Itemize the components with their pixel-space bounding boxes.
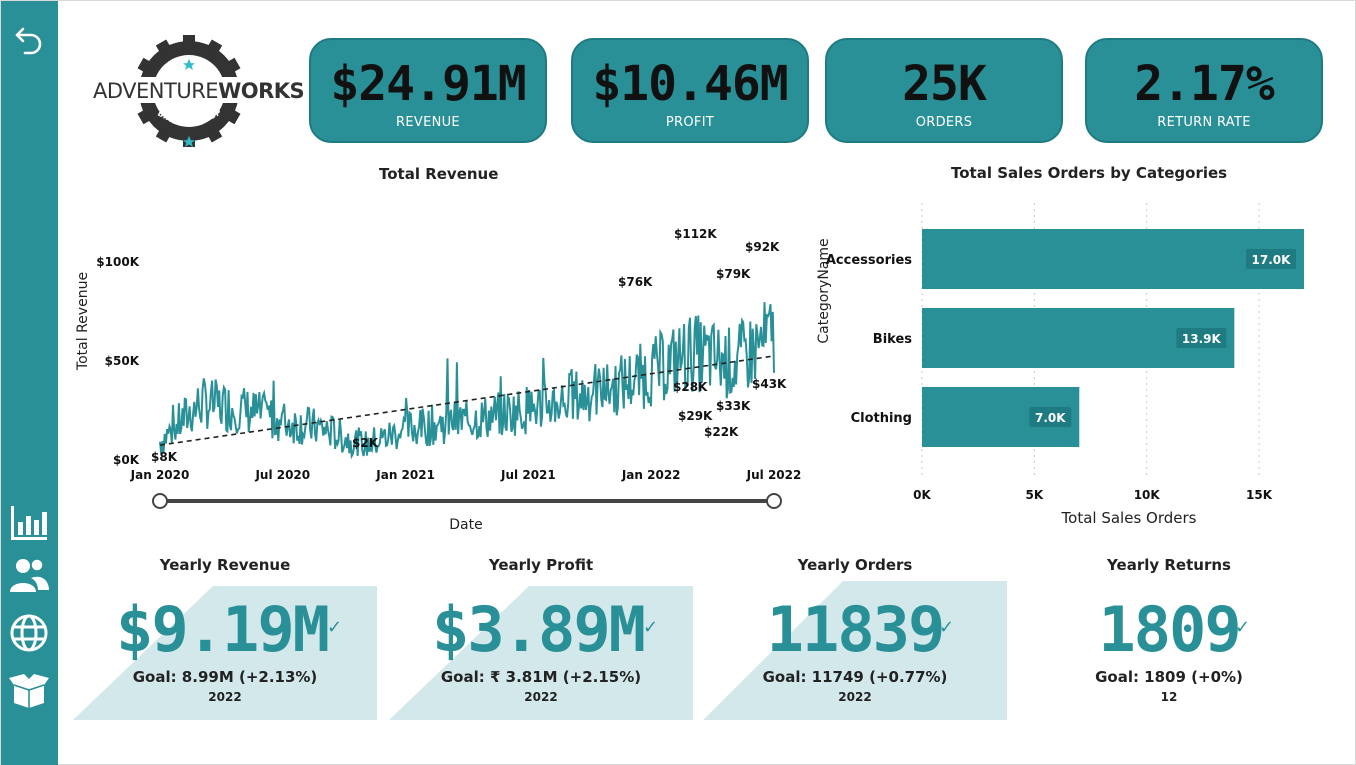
x-tick-label: Jan 2021 <box>375 468 435 482</box>
checkmark-icon: ✓ <box>1235 617 1251 638</box>
card-value: 1809 <box>1098 593 1241 666</box>
x-tick-label: Jul 2022 <box>746 468 802 482</box>
y-axis-label: CategoryName <box>816 238 832 343</box>
trend-line <box>159 355 775 446</box>
checkmark-icon: ✓ <box>643 617 659 638</box>
dashboard-page: ADVENTUREWORKS BIKE SHOP $24.91M REVENUE… <box>0 0 1356 765</box>
x-axis-label: Date <box>449 517 482 533</box>
kpi-profit[interactable]: $10.46M PROFIT <box>571 38 809 143</box>
x-tick-label: 0K <box>913 488 931 502</box>
data-label: $22K <box>704 425 739 439</box>
x-tick-label: 10K <box>1134 488 1161 502</box>
card-title: Yearly Returns <box>1107 556 1231 574</box>
card-period: 12 <box>1160 690 1178 704</box>
kpi-value: 2.17% <box>1134 56 1274 112</box>
sidebar <box>1 1 58 765</box>
x-tick-label: Jul 2020 <box>254 468 310 482</box>
users-icon[interactable] <box>7 553 51 597</box>
category-bar-chart[interactable]: 17.0K13.9K7.0K AccessoriesBikesClothing … <box>806 191 1346 536</box>
kpi-value: $24.91M <box>330 56 526 112</box>
x-axis-label: Total Sales Orders <box>1061 509 1197 527</box>
slider-start-handle[interactable] <box>152 493 168 509</box>
data-label: $28K <box>673 380 708 394</box>
card-goal: Goal: 11749 (+0.77%) <box>762 668 948 686</box>
card-title: Yearly Profit <box>488 556 594 574</box>
slider-end-handle[interactable] <box>766 493 782 509</box>
kpi-return-rate[interactable]: 2.17% RETURN RATE <box>1085 38 1323 143</box>
data-label: $76K <box>618 275 653 289</box>
card-period: 2022 <box>838 690 872 704</box>
bar-value-label: 7.0K <box>1035 411 1066 425</box>
data-label: $92K <box>745 240 780 254</box>
y-tick-label: $50K <box>105 354 140 368</box>
back-arrow-icon[interactable] <box>7 17 51 61</box>
card-value: 11839 <box>766 593 946 666</box>
data-label: $79K <box>716 267 751 281</box>
data-label: $112K <box>674 227 717 241</box>
kpi-label: RETURN RATE <box>1157 115 1251 130</box>
data-label: $2K <box>352 436 379 450</box>
bar-value-label: 17.0K <box>1252 253 1292 267</box>
card-period: 2022 <box>208 690 242 704</box>
data-label: $43K <box>752 377 787 391</box>
category-label: Accessories <box>826 253 912 268</box>
y-tick-label: $100K <box>96 255 139 269</box>
logo-text: ADVENTUREWORKS <box>93 79 305 103</box>
y-axis-label: Total Revenue <box>75 272 91 371</box>
x-tick-label: 5K <box>1026 488 1044 502</box>
card-value: $3.89M <box>432 593 646 666</box>
logo-brand-light: ADVENTURE <box>93 79 219 103</box>
x-tick-label: 15K <box>1246 488 1273 502</box>
bar-value-label: 13.9K <box>1182 332 1222 346</box>
logo-brand-bold: WORKS <box>218 79 305 103</box>
adventureworks-logo: ADVENTUREWORKS BIKE SHOP <box>89 35 305 147</box>
x-tick-label: Jan 2022 <box>621 468 681 482</box>
kpi-value: 25K <box>902 56 987 112</box>
checkmark-icon: ✓ <box>939 617 955 638</box>
revenue-line-chart[interactable]: $0K $50K $100K Jan 2020 Jul 2020 Jan 2021 Jul… <box>61 191 821 541</box>
kpi-value: $10.46M <box>592 56 788 112</box>
box-icon[interactable] <box>7 669 51 713</box>
checkmark-icon: ✓ <box>327 617 343 638</box>
data-label: $8K <box>151 450 178 464</box>
data-label: $33K <box>716 399 751 413</box>
kpi-label: ORDERS <box>915 115 973 130</box>
x-tick-label: Jul 2021 <box>500 468 556 482</box>
category-label: Clothing <box>851 411 912 426</box>
card-goal: Goal: 8.99M (+2.13%) <box>132 668 318 686</box>
card-goal: Goal: ₹ 3.81M (+2.15%) <box>440 668 642 686</box>
kpi-revenue[interactable]: $24.91M REVENUE <box>309 38 547 143</box>
kpi-orders[interactable]: 25K ORDERS <box>825 38 1063 143</box>
card-title: Yearly Revenue <box>159 556 291 574</box>
kpi-label: PROFIT <box>665 115 715 130</box>
card-value: $9.19M <box>116 593 330 666</box>
bar-chart-icon[interactable] <box>7 501 51 545</box>
category-label: Bikes <box>873 332 912 347</box>
kpi-label: REVENUE <box>396 115 460 130</box>
card-title: Yearly Orders <box>797 556 913 574</box>
card-goal: Goal: 1809 (+0%) <box>1095 668 1243 686</box>
globe-icon[interactable] <box>7 611 51 655</box>
data-label: $29K <box>678 409 713 423</box>
x-tick-label: Jan 2020 <box>130 468 190 482</box>
y-tick-label: $0K <box>113 453 140 467</box>
category-chart-title: Total Sales Orders by Categories <box>951 164 1228 182</box>
revenue-chart-title: Total Revenue <box>379 165 499 183</box>
card-period: 2022 <box>524 690 558 704</box>
